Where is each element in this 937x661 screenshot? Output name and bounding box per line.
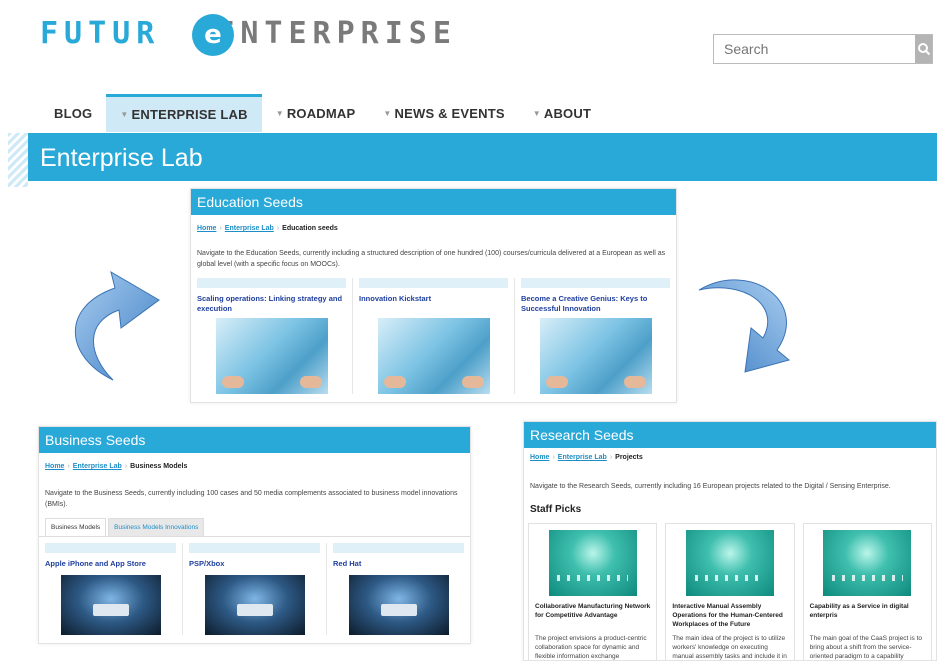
panel-title: Business Seeds xyxy=(39,427,470,453)
case-card[interactable]: Red Hat xyxy=(327,543,470,635)
card-description: The main goal of the CaaS project is to … xyxy=(809,635,923,660)
caret-down-icon: ▼ xyxy=(383,108,392,118)
crumb-enterprise-lab[interactable]: Enterprise Lab xyxy=(558,454,607,461)
tab-business-models[interactable]: Business Models xyxy=(45,518,107,536)
research-seeds-panel: Research Seeds Home › Enterprise Lab › Proje… xyxy=(523,421,937,661)
page-title: Enterprise Lab xyxy=(40,144,203,172)
nav-label: ROADMAP xyxy=(286,105,356,121)
case-card[interactable]: PSP/Xbox xyxy=(183,543,327,635)
breadcrumb: Home › Enterprise Lab › Education seeds xyxy=(197,225,338,232)
crumb-enterprise-lab[interactable]: Enterprise Lab xyxy=(73,463,122,470)
crumb-current: Education seeds xyxy=(282,225,338,232)
card-title[interactable]: Become a Creative Genius: Keys to Succes… xyxy=(521,294,670,318)
panel-intro: Navigate to the Education Seeds, current… xyxy=(197,250,666,268)
search-icon xyxy=(917,43,930,56)
logo[interactable]: FUTUR ENTERPRISE e xyxy=(40,14,490,56)
card-title[interactable]: Red Hat xyxy=(333,559,464,575)
search-button[interactable] xyxy=(915,35,932,63)
card-description: The project envisions a product-centric … xyxy=(535,635,647,660)
staff-picks-heading: Staff Picks xyxy=(530,504,582,515)
card-title[interactable]: Innovation Kickstart xyxy=(359,294,508,318)
panel-intro: Navigate to the Research Seeds, currentl… xyxy=(530,483,891,490)
search-box xyxy=(713,34,933,64)
panel-intro: Navigate to the Business Seeds, currentl… xyxy=(45,490,458,508)
crumb-home[interactable]: Home xyxy=(45,463,64,470)
course-card[interactable]: Innovation Kickstart xyxy=(353,278,515,394)
crumb-current: Business Models xyxy=(130,463,188,470)
nav-label: BLOG xyxy=(54,105,93,121)
card-row: Scaling operations: Linking strategy and… xyxy=(191,278,676,394)
crumb-home[interactable]: Home xyxy=(530,454,549,461)
nav-news-events[interactable]: ▼ NEWS & EVENTS xyxy=(369,94,518,132)
card-title[interactable]: PSP/Xbox xyxy=(189,559,320,575)
bulb-image xyxy=(823,530,912,596)
breadcrumb: Home › Enterprise Lab › Business Models xyxy=(45,463,188,470)
crumb-current: Projects xyxy=(615,454,643,461)
course-card[interactable]: Scaling operations: Linking strategy and… xyxy=(191,278,353,394)
business-seeds-panel: Business Seeds Home › Enterprise Lab › Busin… xyxy=(38,426,471,644)
project-card[interactable]: Interactive Manual Assembly Operations f… xyxy=(665,523,795,660)
puzzle-image xyxy=(377,318,490,394)
curved-arrow-icon xyxy=(75,270,160,381)
page-banner: Enterprise Lab xyxy=(28,133,937,181)
card-title[interactable]: Interactive Manual Assembly Operations f… xyxy=(672,602,787,630)
nav-roadmap[interactable]: ▼ ROADMAP xyxy=(262,94,370,132)
business-image xyxy=(60,575,161,635)
bulb-image xyxy=(548,530,637,596)
card-title[interactable]: Capability as a Service in digital enter… xyxy=(810,602,925,630)
puzzle-image xyxy=(539,318,652,394)
tab-business-models-innovations[interactable]: Business Models Innovations xyxy=(108,518,205,536)
bulb-image xyxy=(685,530,774,596)
crumb-home[interactable]: Home xyxy=(197,225,216,232)
education-seeds-panel: Education Seeds Home › Enterprise Lab › Educ… xyxy=(190,188,677,403)
caret-down-icon: ▼ xyxy=(120,110,129,119)
panel-title: Education Seeds xyxy=(191,189,676,215)
nav-label: ENTERPRISE LAB xyxy=(131,107,248,122)
card-title[interactable]: Apple iPhone and App Store xyxy=(45,559,176,575)
tab-bar: Business Models Business Models Innovati… xyxy=(39,510,470,537)
project-card[interactable]: Collaborative Manufacturing Network for … xyxy=(528,523,658,660)
panel-title: Research Seeds xyxy=(524,422,936,448)
logo-wordmark: FUTUR ENTERPRISE xyxy=(40,16,457,51)
course-card[interactable]: Become a Creative Genius: Keys to Succes… xyxy=(515,278,676,394)
business-image xyxy=(204,575,305,635)
caret-down-icon: ▼ xyxy=(275,108,284,118)
card-title[interactable]: Collaborative Manufacturing Network for … xyxy=(535,602,650,630)
nav-blog[interactable]: BLOG xyxy=(40,94,106,132)
puzzle-image xyxy=(215,318,328,394)
breadcrumb: Home › Enterprise Lab › Projects xyxy=(530,454,643,461)
card-row: Collaborative Manufacturing Network for … xyxy=(524,523,936,660)
card-title[interactable]: Scaling operations: Linking strategy and… xyxy=(197,294,346,318)
project-card[interactable]: Capability as a Service in digital enter… xyxy=(802,523,932,660)
business-image xyxy=(348,575,449,635)
banner-stripe xyxy=(8,133,28,187)
card-description: The main idea of the project is to utili… xyxy=(672,635,787,660)
main-nav: BLOG ▼ ENTERPRISE LAB ▼ ROADMAP ▼ NEWS & EV… xyxy=(40,94,605,132)
case-card[interactable]: Apple iPhone and App Store xyxy=(39,543,183,635)
crumb-enterprise-lab[interactable]: Enterprise Lab xyxy=(225,225,274,232)
nav-label: ABOUT xyxy=(543,105,592,121)
search-input[interactable] xyxy=(714,35,915,63)
nav-about[interactable]: ▼ ABOUT xyxy=(519,94,605,132)
nav-enterprise-lab[interactable]: ▼ ENTERPRISE LAB xyxy=(106,94,262,132)
caret-down-icon: ▼ xyxy=(532,108,541,118)
logo-circle: e xyxy=(192,14,234,56)
card-row: Apple iPhone and App Store PSP/Xbox Red … xyxy=(39,543,470,635)
nav-label: NEWS & EVENTS xyxy=(394,105,505,121)
curved-arrow-icon xyxy=(698,279,791,373)
